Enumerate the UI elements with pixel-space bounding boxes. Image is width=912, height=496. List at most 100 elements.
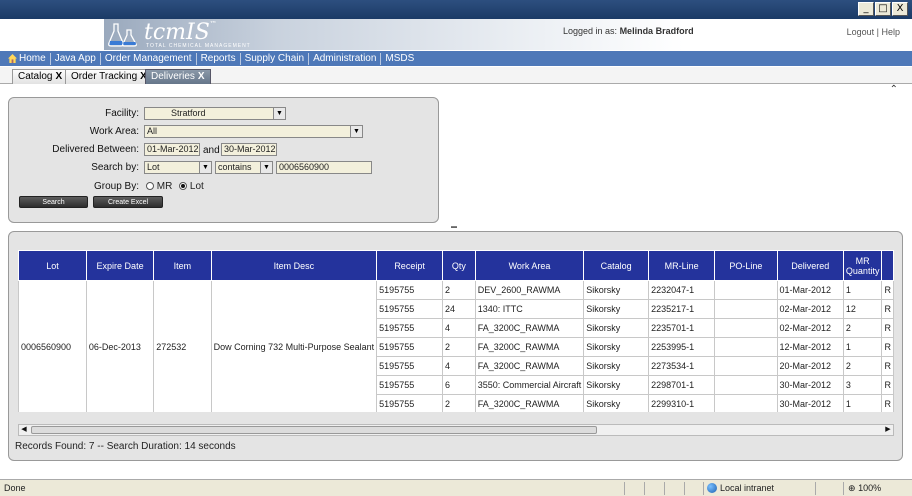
table-header-row: Lot Expire Date Item Item Desc Receipt Qty Wor…	[18, 250, 894, 281]
cell-po-line	[714, 337, 778, 357]
column-header[interactable]: Delivered	[776, 250, 844, 281]
tab-order-tracking[interactable]: Order Tracking X	[65, 69, 153, 84]
column-header[interactable]: Expire Date	[85, 250, 155, 281]
globe-icon	[707, 483, 717, 493]
column-header[interactable]: Receipt	[376, 250, 443, 281]
cell-mr-qty: 2	[842, 356, 883, 376]
collapse-up-icon[interactable]: ⌃	[890, 84, 898, 95]
main-nav: Home Java App Order Management Reports S…	[0, 51, 912, 66]
status-divider	[684, 482, 685, 495]
group-lot-label: Lot	[189, 181, 204, 192]
column-header[interactable]: PO-Line	[714, 250, 778, 281]
nav-supply-chain[interactable]: Supply Chain	[241, 52, 310, 65]
cell-catalog: Sikorsky	[583, 280, 650, 300]
group-cell-lot: 0006560900	[18, 280, 87, 412]
search-by-select[interactable]: Lot ▼	[144, 161, 212, 174]
date-from-input[interactable]: 01-Mar-2012	[144, 143, 200, 156]
group-mr-radio[interactable]	[146, 182, 154, 190]
home-icon	[8, 54, 17, 63]
status-divider	[815, 482, 816, 495]
cell-mr-line: 2273534-1	[648, 356, 716, 376]
column-header[interactable]: Item	[153, 250, 212, 281]
work-area-select[interactable]: All ▼	[144, 125, 363, 138]
column-header[interactable]: Qty	[441, 250, 476, 281]
logout-link[interactable]: Logout	[847, 27, 875, 37]
nav-administration[interactable]: Administration	[309, 52, 382, 65]
cell-mr-line: 2299310-1	[648, 394, 716, 412]
cell-receipt: 5195755	[376, 299, 443, 319]
tab-order-tracking-label: Order Tracking	[71, 71, 138, 82]
results-table: Lot Expire Date Item Item Desc Receipt Qty Wor…	[18, 250, 894, 412]
column-header[interactable]: MR-Line	[648, 250, 716, 281]
scrollbar-thumb[interactable]	[31, 426, 597, 434]
status-divider	[664, 482, 665, 495]
cell-po-line	[714, 318, 778, 338]
facility-select[interactable]: Stratford ▼	[144, 107, 286, 120]
security-zone: Local intranet	[707, 483, 774, 493]
scroll-left-icon[interactable]: ◀	[19, 425, 29, 435]
horizontal-scrollbar[interactable]: ◀ ▶	[18, 424, 894, 436]
work-area-label: Work Area:	[89, 126, 139, 137]
search-button[interactable]: Search	[19, 196, 88, 208]
cell-mr-qty: 1	[842, 337, 883, 357]
cell-po-line	[714, 280, 778, 300]
operator-value: contains	[218, 162, 252, 172]
nav-reports[interactable]: Reports	[197, 52, 241, 65]
cell-qty: 6	[441, 375, 476, 395]
nav-msds[interactable]: MSDS	[381, 53, 418, 65]
cell-qty: 2	[441, 394, 476, 412]
column-header[interactable]: Catalog	[583, 250, 650, 281]
tab-deliveries[interactable]: Deliveries X	[145, 69, 211, 84]
and-label: and	[203, 145, 220, 156]
column-header[interactable]: Lot	[18, 250, 87, 281]
search-by-value: Lot	[147, 162, 160, 172]
tab-deliveries-label: Deliveries	[151, 71, 195, 82]
tab-bar: Catalog X Order Tracking X Deliveries X	[0, 67, 912, 84]
cell-receipt: 5195755	[376, 280, 443, 300]
table-row[interactable]: 0006560900 06-Dec-2013 272532 Dow Corning 7…	[18, 280, 894, 412]
tab-catalog-label: Catalog	[18, 71, 53, 82]
cell-work-area: 1340: ITTC	[474, 299, 585, 319]
group-lot-radio[interactable]	[179, 182, 188, 190]
nav-java-app[interactable]: Java App	[51, 52, 101, 65]
column-header[interactable]: Item Desc	[210, 250, 378, 281]
flask-logo-icon	[108, 23, 137, 47]
column-header[interactable]: Work Area	[474, 250, 585, 281]
zoom-level[interactable]: ⊕ 100%	[848, 483, 881, 494]
cell-extra: R	[881, 375, 894, 395]
operator-select[interactable]: contains ▼	[215, 161, 273, 174]
cell-work-area: FA_3200C_RAWMA	[474, 394, 585, 412]
nav-order-management[interactable]: Order Management	[101, 52, 197, 65]
records-summary: Records Found: 7 -- Search Duration: 14 …	[15, 441, 236, 452]
group-cell-item-desc: Dow Corning 732 Multi-Purpose Sealant	[210, 280, 378, 412]
group-cell-expire-date: 06-Dec-2013	[85, 280, 155, 412]
cell-work-area: DEV_2600_RAWMA	[474, 280, 585, 300]
date-to-input[interactable]: 30-Mar-2012	[221, 143, 277, 156]
tab-catalog-close-icon[interactable]: X	[55, 71, 62, 82]
cell-mr-line: 2232047-1	[648, 280, 716, 300]
column-header[interactable]	[881, 250, 894, 281]
maximize-button[interactable]: □	[875, 2, 891, 16]
help-link[interactable]: Help	[881, 27, 900, 37]
nav-home-label: Home	[19, 52, 46, 64]
zoom-icon: ⊕	[848, 483, 856, 493]
tab-deliveries-close-icon[interactable]: X	[198, 71, 205, 82]
minimize-button[interactable]: _	[858, 2, 874, 16]
scroll-right-icon[interactable]: ▶	[883, 425, 893, 435]
cell-extra: R	[881, 337, 894, 357]
close-button[interactable]: X	[892, 2, 908, 16]
cell-qty: 24	[441, 299, 476, 319]
facility-label: Facility:	[105, 108, 139, 119]
nav-home[interactable]: Home	[0, 52, 51, 65]
status-divider	[644, 482, 645, 495]
cell-catalog: Sikorsky	[583, 375, 650, 395]
panel-splitter[interactable]: ▬	[451, 224, 459, 230]
cell-po-line	[714, 394, 778, 412]
create-excel-button[interactable]: Create Excel	[93, 196, 163, 208]
column-header[interactable]: MR Quantity	[842, 250, 883, 281]
cell-qty: 4	[441, 318, 476, 338]
logo-name: tcmIS	[144, 20, 210, 45]
tab-catalog[interactable]: Catalog X	[12, 69, 69, 84]
search-text-input[interactable]: 0006560900	[276, 161, 372, 174]
cell-catalog: Sikorsky	[583, 318, 650, 338]
